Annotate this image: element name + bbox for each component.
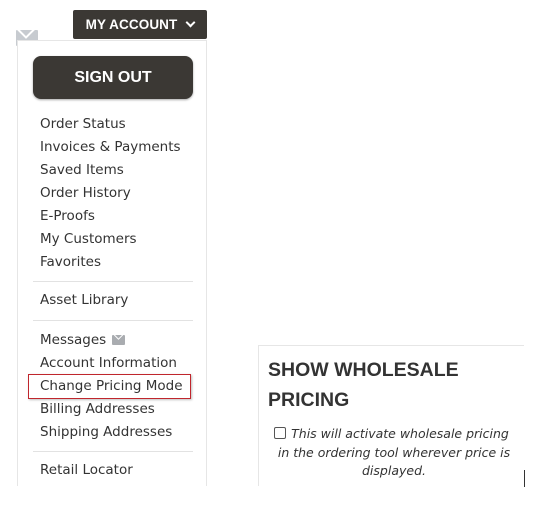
my-account-button[interactable]: MY ACCOUNT bbox=[73, 10, 207, 39]
menu-item-billing-addresses[interactable]: Billing Addresses bbox=[40, 400, 155, 418]
menu-item-invoices-payments[interactable]: Invoices & Payments bbox=[40, 138, 181, 156]
menu-item-account-information[interactable]: Account Information bbox=[40, 354, 177, 372]
menu-item-messages[interactable]: Messages bbox=[40, 331, 126, 349]
menu-item-order-status[interactable]: Order Status bbox=[40, 115, 126, 133]
account-dropdown-menu: SIGN OUT Order Status Invoices & Payment… bbox=[17, 40, 207, 486]
menu-divider bbox=[33, 320, 193, 321]
menu-item-favorites[interactable]: Favorites bbox=[40, 253, 101, 271]
envelope-icon bbox=[112, 335, 126, 345]
menu-item-messages-label: Messages bbox=[40, 332, 107, 348]
menu-item-asset-library[interactable]: Asset Library bbox=[40, 291, 128, 309]
menu-item-saved-items[interactable]: Saved Items bbox=[40, 161, 124, 179]
text-cursor bbox=[524, 470, 525, 487]
menu-divider bbox=[33, 281, 193, 282]
highlight-annotation-box bbox=[28, 374, 191, 399]
menu-divider bbox=[33, 451, 193, 452]
menu-item-retail-locator[interactable]: Retail Locator bbox=[40, 461, 133, 479]
menu-item-e-proofs[interactable]: E-Proofs bbox=[40, 207, 95, 225]
panel-title: SHOW WHOLESALE PRICING bbox=[268, 359, 459, 411]
sign-out-button[interactable]: SIGN OUT bbox=[33, 56, 193, 99]
wholesale-pricing-panel: SHOW WHOLESALE PRICING This will activat… bbox=[258, 345, 524, 486]
menu-item-order-history[interactable]: Order History bbox=[40, 184, 131, 202]
menu-item-shipping-addresses[interactable]: Shipping Addresses bbox=[40, 423, 172, 441]
chevron-down-icon bbox=[185, 17, 196, 28]
menu-item-my-customers[interactable]: My Customers bbox=[40, 230, 137, 248]
checkbox-description: This will activate wholesale pricing in … bbox=[277, 426, 511, 478]
my-account-label: MY ACCOUNT bbox=[85, 17, 178, 32]
